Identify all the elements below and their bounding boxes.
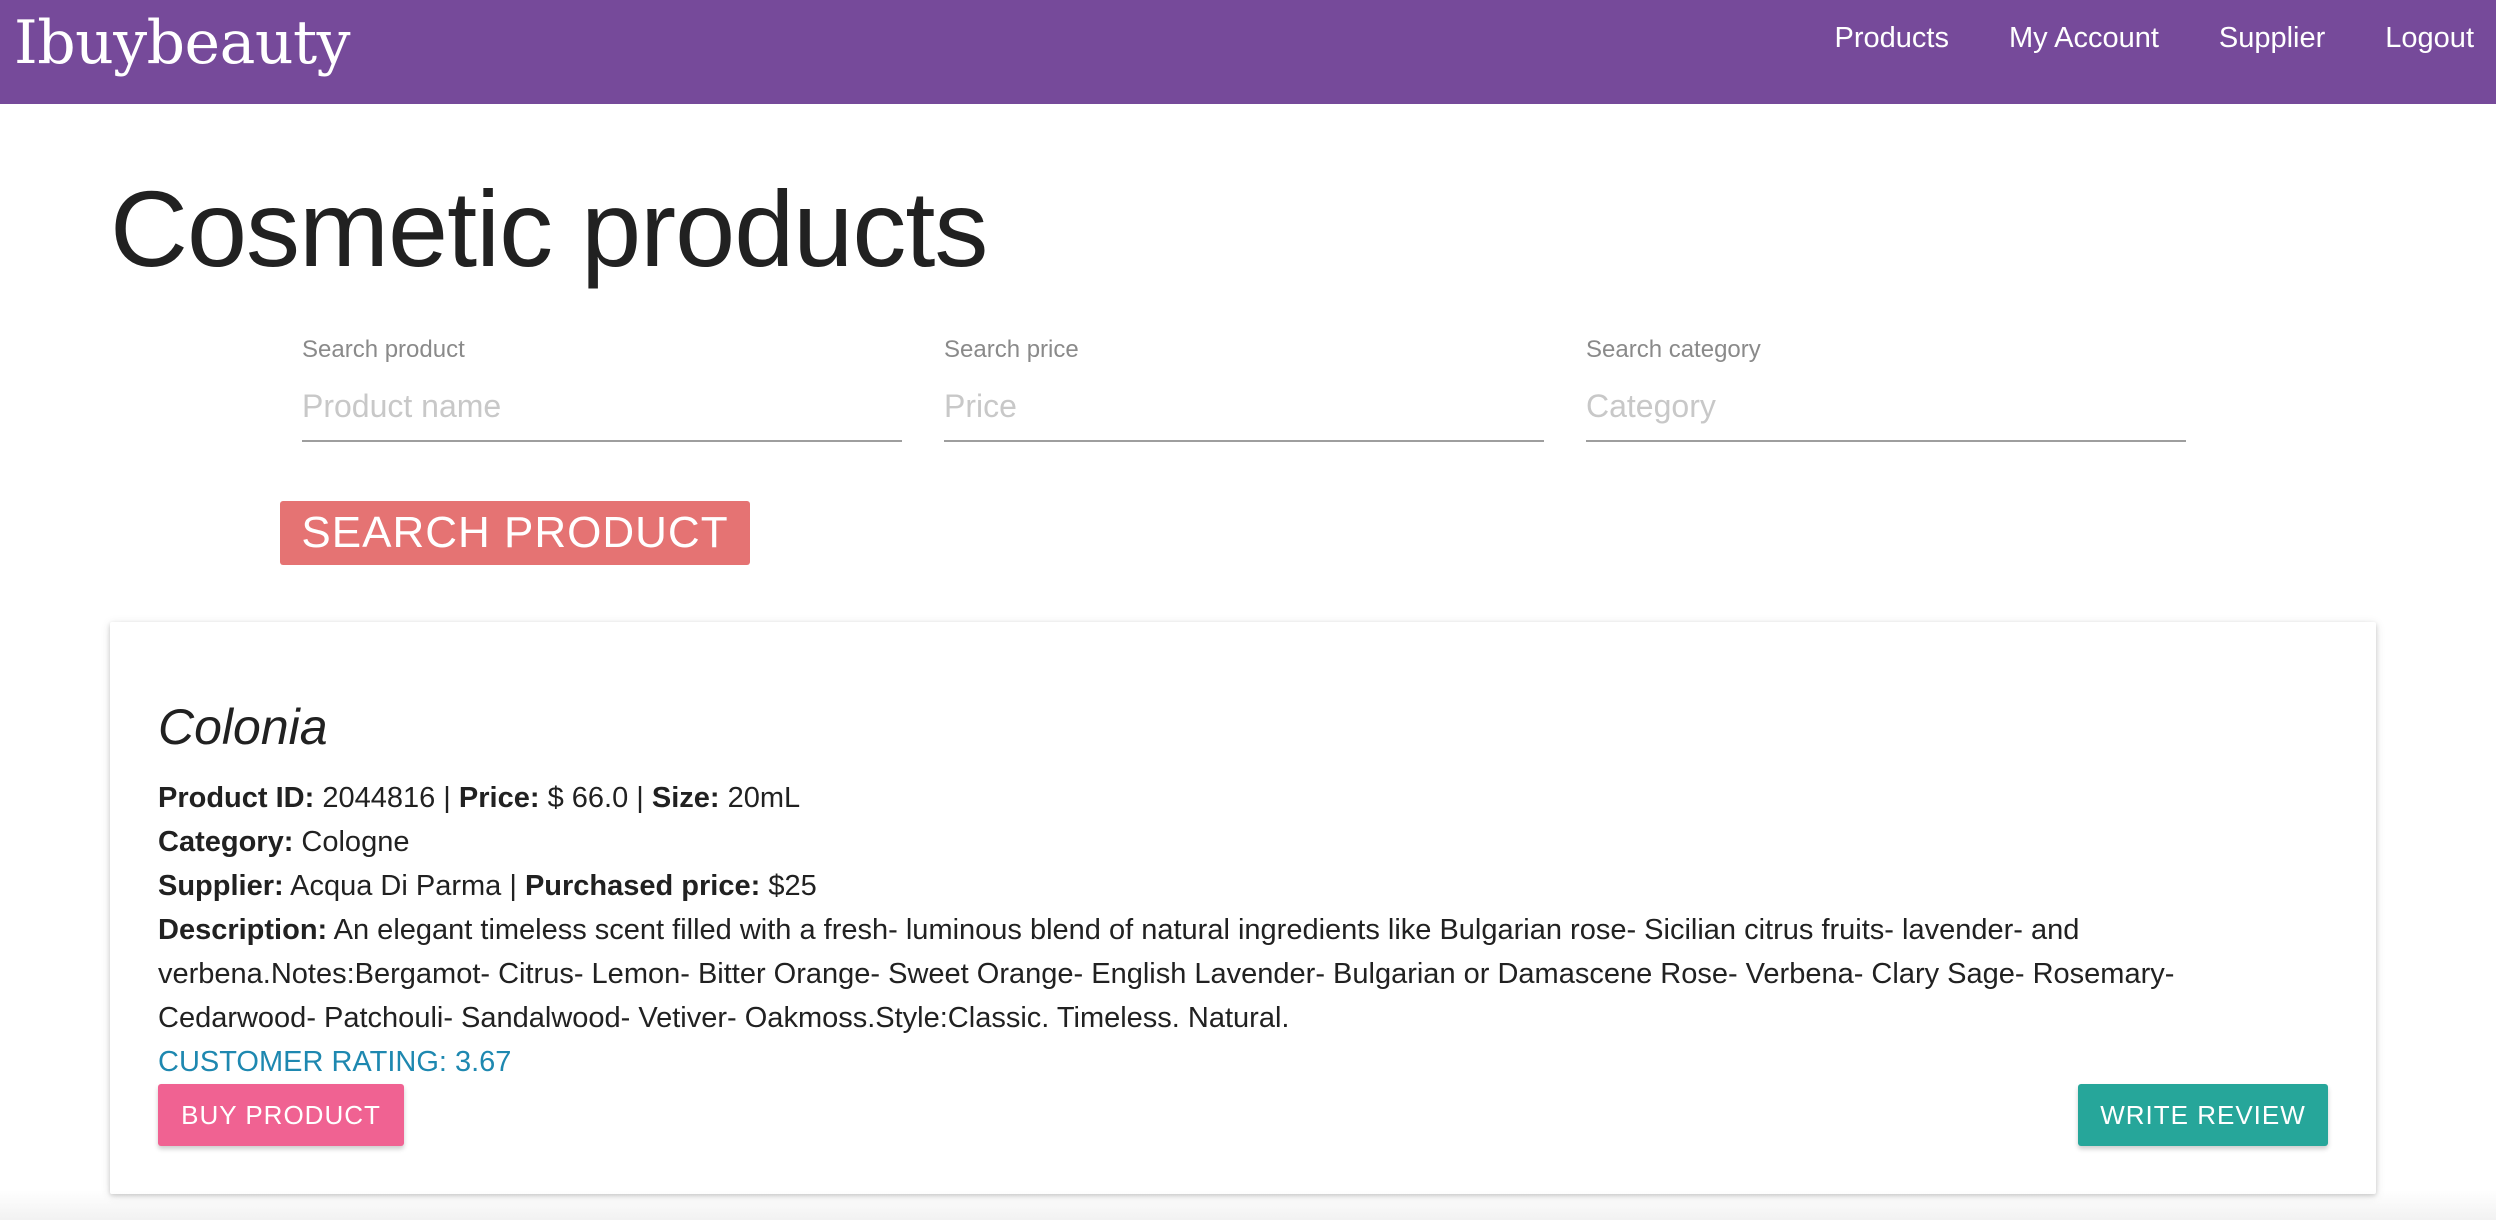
price-label: Price:: [458, 782, 540, 814]
nav-link-logout[interactable]: Logout: [2385, 22, 2474, 55]
search-price-input[interactable]: [944, 380, 1544, 442]
supplier-value: Acqua Di Parma: [290, 870, 502, 902]
description-label: Description:: [158, 914, 328, 946]
nav-link-supplier[interactable]: Supplier: [2219, 22, 2325, 55]
nav-links: Products My Account Supplier Logout: [1775, 22, 2474, 55]
size-label: Size:: [651, 782, 720, 814]
nav-link-my-account[interactable]: My Account: [2009, 22, 2159, 55]
price-value: $ 66.0: [547, 782, 629, 814]
category-label: Category:: [158, 826, 294, 858]
product-details: Product ID: 2044816 | Price: $ 66.0 | Si…: [158, 776, 2318, 1084]
category-value: Cologne: [301, 826, 410, 858]
search-product-label: Search product: [302, 336, 465, 363]
product-id-label: Product ID:: [158, 782, 315, 814]
size-value: 20mL: [727, 782, 801, 814]
purchased-price-label: Purchased price:: [524, 870, 761, 902]
product-id-line: Product ID: 2044816 | Price: $ 66.0 | Si…: [158, 782, 801, 814]
search-price-label: Search price: [944, 336, 1079, 363]
search-category-input[interactable]: [1586, 380, 2186, 442]
search-product-field: Search product: [302, 336, 902, 456]
product-id-value: 2044816: [322, 782, 436, 814]
supplier-line: Supplier: Acqua Di Parma | Purchased pri…: [158, 870, 817, 902]
description-value: An elegant timeless scent filled with a …: [158, 914, 2175, 1034]
search-category-field: Search category: [1586, 336, 2186, 456]
purchased-price-value: $25: [768, 870, 817, 902]
top-navbar: Ibuybeauty Products My Account Supplier …: [0, 0, 2496, 104]
brand-logo[interactable]: Ibuybeauty: [14, 8, 351, 78]
buy-product-button[interactable]: BUY PRODUCT: [158, 1084, 404, 1146]
product-name: Colonia: [158, 699, 328, 755]
search-product-input[interactable]: [302, 380, 902, 442]
search-price-field: Search price: [944, 336, 1544, 456]
write-review-button[interactable]: WRITE REVIEW: [2078, 1084, 2328, 1146]
customer-rating: CUSTOMER RATING: 3.67: [158, 1046, 512, 1078]
supplier-label: Supplier:: [158, 870, 284, 902]
page-bottom-shadow: [0, 1190, 2496, 1220]
search-product-button[interactable]: SEARCH PRODUCT: [280, 501, 750, 565]
nav-link-products[interactable]: Products: [1835, 22, 1949, 55]
product-card: Colonia Product ID: 2044816 | Price: $ 6…: [110, 622, 2376, 1194]
category-line: Category: Cologne: [158, 820, 2318, 864]
page-title: Cosmetic products: [110, 168, 988, 289]
search-category-label: Search category: [1586, 336, 1761, 363]
description-line: Description: An elegant timeless scent f…: [158, 908, 2318, 1040]
